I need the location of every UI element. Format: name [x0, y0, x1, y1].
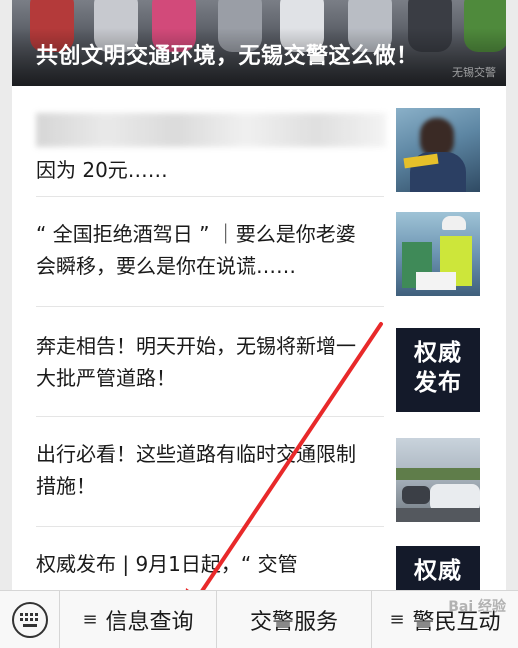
article-item[interactable]: 因为 20元…… — [12, 86, 506, 196]
article-item[interactable]: “ 全国拒绝酒驾日 ” ｜要么是你老婆会瞬移，要么是你在说谎…… — [12, 196, 506, 306]
article-thumbnail — [396, 438, 480, 522]
thumbnail-text: 权威发布 — [414, 340, 462, 396]
keyboard-icon — [11, 601, 48, 638]
bottom-menu-bar: ≡ 信息查询 交警服务 ≡ 警民互动 — [0, 590, 518, 648]
article-item[interactable]: 权威发布 | 9月1日起，“ 交管 权威 — [12, 526, 506, 590]
thumbnail-photo-detail — [442, 216, 466, 230]
thumbnail-photo-detail — [396, 508, 480, 522]
menu-item-label: 交警服务 — [249, 609, 338, 635]
article-item[interactable]: 奔走相告！明天开始，无锡将新增一大批严管道路！ 权威发布 — [12, 306, 506, 416]
article-list: 因为 20元…… “ 全国拒绝酒驾日 ” ｜要么是你老婆会瞬移，要么是你在说谎…… — [12, 86, 506, 590]
menu-item-label: 信息查询 — [105, 609, 194, 635]
article-thumbnail — [396, 108, 480, 192]
hero-banner[interactable]: 共创文明交通环境，无锡交警这么做！ 无锡交警 — [12, 0, 506, 86]
menu-item-info-query[interactable]: ≡ 信息查询 — [60, 591, 217, 648]
authority-release-thumbnail: 权威 — [396, 546, 480, 590]
article-title: 奔走相告！明天开始，无锡将新增一大批严管道路！ — [36, 334, 356, 390]
menu-list-icon: ≡ — [389, 609, 405, 630]
authority-release-thumbnail: 权威发布 — [396, 328, 480, 412]
baidu-jingyan-watermark: Bai 经验 — [448, 599, 506, 615]
article-title: “ 全国拒绝酒驾日 ” ｜要么是你老婆会瞬移，要么是你在说谎…… — [36, 222, 356, 278]
blurred-title-line — [36, 113, 386, 147]
article-item[interactable]: 出行必看！这些道路有临时交通限制措施！ — [12, 416, 506, 526]
article-title: 权威发布 | 9月1日起，“ 交管 — [36, 552, 298, 576]
thumbnail-photo-detail — [416, 272, 456, 290]
article-title: 因为 20元…… — [36, 158, 168, 182]
thumbnail-photo-detail — [402, 486, 430, 504]
menu-list-icon: ≡ — [82, 609, 98, 630]
article-thumbnail — [396, 212, 480, 296]
thumbnail-text: 权威 — [414, 558, 462, 584]
article-title: 出行必看！这些道路有临时交通限制措施！ — [36, 442, 356, 498]
menu-item-police-services[interactable]: 交警服务 — [217, 591, 372, 648]
keyboard-toggle-button[interactable] — [0, 591, 60, 648]
hero-watermark: 无锡交警 — [452, 66, 496, 79]
hero-title: 共创文明交通环境，无锡交警这么做！ — [36, 44, 419, 69]
thumbnail-photo-detail — [396, 468, 480, 480]
article-list-card: 共创文明交通环境，无锡交警这么做！ 无锡交警 因为 20元…… “ 全国拒绝酒驾… — [12, 0, 506, 590]
